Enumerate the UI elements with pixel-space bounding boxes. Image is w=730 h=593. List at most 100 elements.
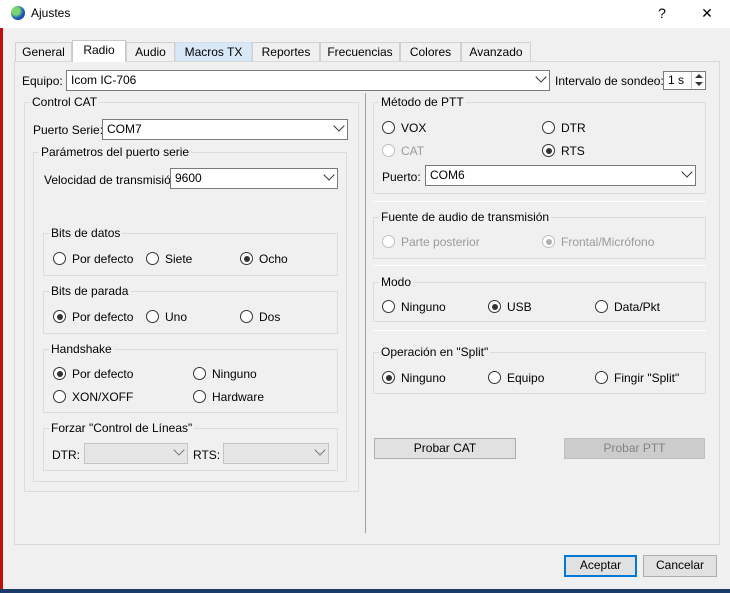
radio-label: Fingir "Split" [614,371,680,385]
ptt-port-value: COM6 [430,168,465,182]
serial-params-title: Parámetros del puerto serie [39,145,192,159]
tab-general[interactable]: General [15,42,72,61]
radio-indicator [193,367,206,380]
tab-avanzado[interactable]: Avanzado [461,42,531,61]
radio-label: Ninguno [212,367,257,381]
tab-frecuencias[interactable]: Frecuencias [320,42,400,61]
audio-source-title: Fuente de audio de transmisión [379,210,552,224]
chevron-down-icon [323,169,335,181]
radio-label: XON/XOFF [72,390,134,404]
radio-indicator [382,235,395,248]
mode-title: Modo [379,275,414,289]
split-title: Operación en "Split" [379,345,491,359]
radio-indicator [53,310,66,323]
serial-port-label: Puerto Serie: [33,123,104,137]
test-cat-button[interactable]: Probar CAT [374,438,516,459]
app-icon [11,6,25,20]
cancel-button[interactable]: Cancelar [643,555,717,577]
dtr-label: DTR: [52,448,80,462]
taskbar-edge [0,589,730,593]
radio-indicator [240,252,253,265]
radio-label: RTS [561,144,585,158]
handshake-title: Handshake [49,342,114,356]
radio-label: CAT [401,144,425,158]
radio-label: Ocho [259,252,288,266]
chevron-down-icon [681,166,693,178]
test-ptt-button[interactable]: Probar PTT [564,438,705,459]
baud-rate-select[interactable]: 9600 [170,168,338,189]
radio-indicator [542,121,555,134]
radio-indicator [542,235,555,248]
radio-label: Por defecto [72,310,134,324]
tab-colores[interactable]: Colores [400,42,461,61]
radio-label: Frontal/Micrófono [561,235,655,249]
radio-label: Hardware [212,390,265,404]
radio-indicator [193,390,206,403]
data-bits-title: Bits de datos [49,226,123,240]
rig-label: Equipo: [22,74,63,88]
spin-arrows[interactable] [691,72,705,89]
radio-indicator [53,367,66,380]
radio-indicator [53,252,66,265]
poll-interval-value: 1 s [668,73,685,87]
tab-audio[interactable]: Audio [126,42,175,61]
cat-control-title: Control CAT [30,95,100,109]
window-title: Ajustes [31,6,71,20]
separator [373,330,706,331]
separator [373,265,706,266]
poll-interval-spinbox[interactable]: 1 s [663,71,706,90]
separator [373,201,706,202]
radio-indicator [488,371,501,384]
rig-select[interactable]: Icom IC-706 [66,70,550,91]
rts-label: RTS: [193,448,221,462]
radio-label: DTR [561,121,586,135]
radio-label: Uno [165,310,188,324]
radio-indicator [382,371,395,384]
tab-reportes[interactable]: Reportes [252,42,320,61]
radio-label: Por defecto [72,367,134,381]
tab-radio[interactable]: Radio [72,40,126,62]
settings-dialog: Ajustes ? ✕ General Radio Audio Macros T… [0,0,730,593]
chevron-down-icon [535,71,547,83]
ptt-port-select[interactable]: COM6 [425,165,696,186]
radio-indicator [382,300,395,313]
help-button[interactable]: ? [647,3,677,23]
spin-down-icon[interactable] [695,82,703,86]
radio-label: Parte posterior [401,235,480,249]
close-button[interactable]: ✕ [692,3,722,23]
ok-button[interactable]: Aceptar [564,555,637,577]
radio-indicator [542,144,555,157]
radio-indicator [146,252,159,265]
baud-rate-label: Velocidad de transmisión: [44,173,181,187]
radio-indicator [488,300,501,313]
spin-up-icon[interactable] [695,74,703,78]
rts-select[interactable] [223,443,329,464]
radio-label: Equipo [507,371,545,385]
poll-interval-label: Intervalo de sondeo: [555,74,664,88]
radio-label: VOX [401,121,427,135]
force-lines-title: Forzar "Control de Líneas" [49,421,195,435]
radio-indicator [595,300,608,313]
column-divider [365,93,366,533]
background-strip [0,28,3,593]
serial-port-select[interactable]: COM7 [102,119,348,140]
serial-port-value: COM7 [107,122,142,136]
chevron-down-icon [173,444,185,456]
chevron-down-icon [333,120,345,132]
dtr-select[interactable] [84,443,188,464]
radio-label: Dos [259,310,281,324]
radio-label: Por defecto [72,252,134,266]
radio-label: Siete [165,252,193,266]
radio-label: Data/Pkt [614,300,661,314]
title-bar: Ajustes ? ✕ [0,0,730,28]
tab-macros-tx[interactable]: Macros TX [175,42,252,61]
rig-select-value: Icom IC-706 [71,73,137,87]
radio-indicator [382,121,395,134]
radio-indicator [240,310,253,323]
radio-label: Ninguno [401,300,446,314]
radio-indicator [146,310,159,323]
stop-bits-title: Bits de parada [49,284,131,298]
radio-label: Ninguno [401,371,446,385]
radio-indicator [53,390,66,403]
radio-label: USB [507,300,532,314]
